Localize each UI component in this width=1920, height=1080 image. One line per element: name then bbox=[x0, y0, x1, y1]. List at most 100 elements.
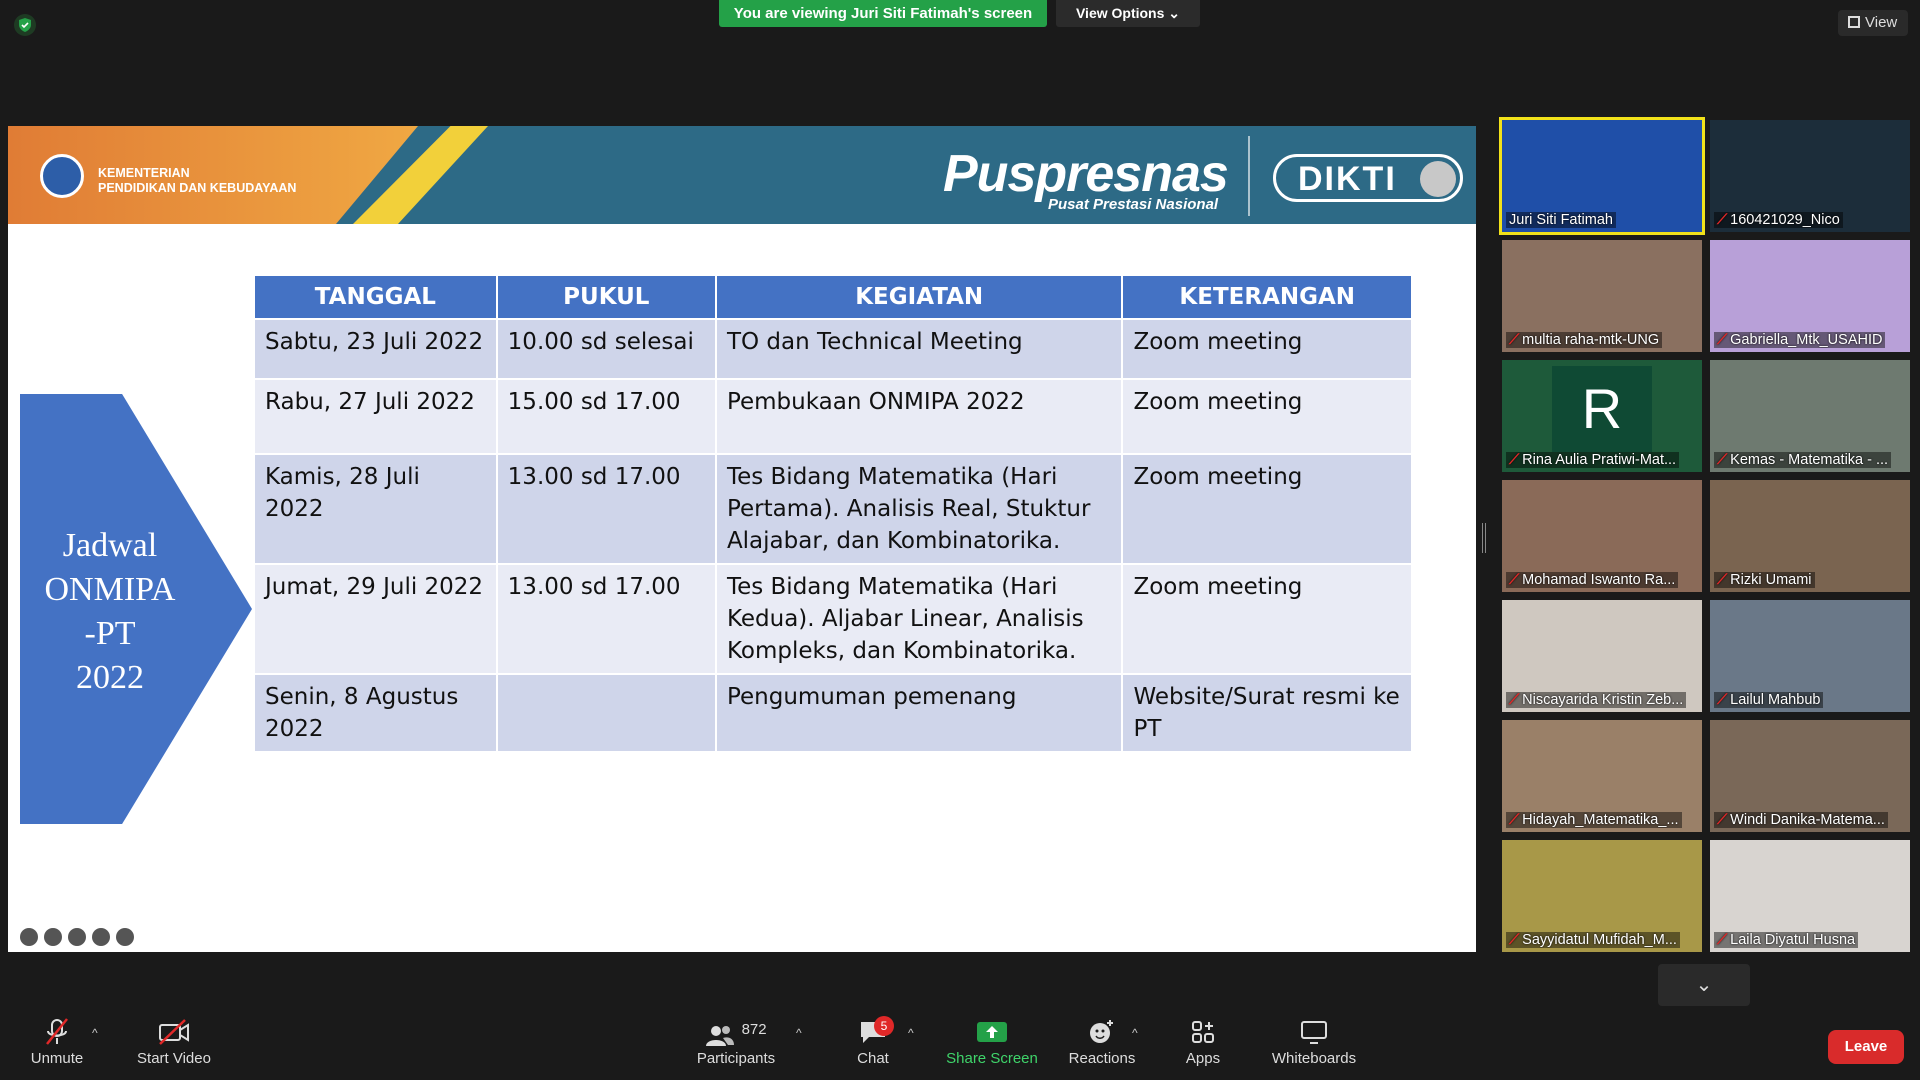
participant-name: ⟋ Mohamad Iswanto Ra... bbox=[1506, 572, 1679, 588]
slide-title-line: 2022 bbox=[76, 659, 144, 696]
shared-screen[interactable]: KEMENTERIAN PENDIDIKAN DAN KEBUDAYAAN Pu… bbox=[8, 126, 1476, 952]
security-shield-icon[interactable] bbox=[14, 14, 36, 36]
participant-name-text: Windi Danika-Matema... bbox=[1730, 812, 1885, 828]
participant-name: ⟋ Rina Aulia Pratiwi-Mat... bbox=[1506, 452, 1680, 468]
table-cell: Zoom meeting bbox=[1121, 378, 1413, 455]
muted-mic-icon: ⟋ bbox=[1717, 692, 1728, 708]
puspresnas-logo: Puspresnas bbox=[943, 145, 1229, 203]
reactions-options-chevron-icon[interactable]: ^ bbox=[1132, 1026, 1138, 1040]
table-cell: Tes Bidang Matematika (Hari Pertama). An… bbox=[714, 453, 1124, 565]
muted-mic-icon: ⟋ bbox=[1717, 452, 1728, 468]
participant-tile[interactable]: ⟋ Hidayah_Matematika_... bbox=[1502, 720, 1702, 832]
slide-title-line: ONMIPA bbox=[44, 571, 176, 608]
gallery-next-page-button[interactable]: ⌄ bbox=[1658, 964, 1750, 1006]
participant-tile[interactable]: ⟋ Sayyidatul Mufidah_M... bbox=[1502, 840, 1702, 952]
chat-options-chevron-icon[interactable]: ^ bbox=[908, 1026, 914, 1040]
participant-name: ⟋ 160421029_Nico bbox=[1714, 212, 1843, 228]
participant-name: ⟋ Lailul Mahbub bbox=[1714, 692, 1824, 708]
slide-title-line: -PT bbox=[84, 615, 136, 652]
participant-name-text: 160421029_Nico bbox=[1730, 212, 1840, 228]
table-row: Kamis, 28 Juli 2022 13.00 sd 17.00 Tes B… bbox=[253, 453, 1413, 565]
share-screen-button[interactable]: Share Screen bbox=[944, 1012, 1040, 1067]
chevron-down-icon: ⌄ bbox=[1168, 5, 1181, 21]
table-cell: Rabu, 27 Juli 2022 bbox=[253, 378, 498, 455]
participant-name-text: Lailul Mahbub bbox=[1730, 692, 1821, 708]
participant-tile[interactable]: ⟋ Niscayarida Kristin Zeb... bbox=[1502, 600, 1702, 712]
leave-button[interactable]: Leave bbox=[1828, 1030, 1904, 1064]
table-cell: Zoom meeting bbox=[1121, 453, 1413, 565]
muted-mic-icon: ⟋ bbox=[1509, 572, 1520, 588]
table-row: Rabu, 27 Juli 2022 15.00 sd 17.00 Pembuk… bbox=[253, 378, 1413, 455]
table-cell: Website/Surat resmi ke PT bbox=[1121, 673, 1413, 753]
slide-tools bbox=[20, 928, 140, 951]
participant-name: ⟋ Windi Danika-Matema... bbox=[1714, 812, 1888, 828]
column-header: PUKUL bbox=[495, 274, 717, 320]
participant-name-text: Niscayarida Kristin Zeb... bbox=[1522, 692, 1684, 708]
smiley-plus-icon bbox=[1064, 1012, 1140, 1048]
participant-tile[interactable]: ⟋ Lailul Mahbub bbox=[1710, 600, 1910, 712]
table-row: Jumat, 29 Juli 2022 13.00 sd 17.00 Tes B… bbox=[253, 563, 1413, 675]
whiteboards-button[interactable]: Whiteboards bbox=[1264, 1012, 1364, 1067]
banner-divider bbox=[1248, 136, 1250, 216]
participant-tile[interactable]: ⟋ Windi Danika-Matema... bbox=[1710, 720, 1910, 832]
table-cell: 15.00 sd 17.00 bbox=[495, 378, 717, 455]
apps-button[interactable]: Apps bbox=[1176, 1012, 1230, 1067]
table-cell: TO dan Technical Meeting bbox=[714, 318, 1124, 380]
view-options-button[interactable]: View Options ⌄ bbox=[1056, 0, 1200, 27]
table-cell: Sabtu, 23 Juli 2022 bbox=[253, 318, 498, 380]
start-video-button[interactable]: Start Video bbox=[130, 1012, 218, 1067]
share-screen-label: Share Screen bbox=[946, 1050, 1038, 1067]
ministry-name: KEMENTERIAN PENDIDIKAN DAN KEBUDAYAAN bbox=[98, 166, 296, 196]
participant-tile[interactable]: Juri Siti Fatimah bbox=[1499, 117, 1705, 235]
table-cell: 10.00 sd selesai bbox=[495, 318, 717, 380]
muted-mic-icon: ⟋ bbox=[1509, 932, 1520, 948]
audio-options-chevron-icon[interactable]: ^ bbox=[92, 1026, 98, 1040]
more-icon[interactable] bbox=[92, 928, 110, 946]
reactions-label: Reactions bbox=[1068, 1050, 1136, 1067]
captions-icon[interactable] bbox=[68, 928, 86, 946]
participant-name-text: Rizki Umami bbox=[1730, 572, 1812, 588]
muted-mic-icon: ⟋ bbox=[1509, 452, 1520, 468]
table-cell: Tes Bidang Matematika (Hari Kedua). Alja… bbox=[714, 563, 1124, 675]
participant-tile[interactable]: ⟋ Kemas - Matematika - ... bbox=[1710, 360, 1910, 472]
video-off-icon bbox=[130, 1012, 218, 1048]
unmute-button[interactable]: Unmute bbox=[24, 1012, 90, 1067]
participant-name-text: Mohamad Iswanto Ra... bbox=[1522, 572, 1676, 588]
participant-name-text: Rina Aulia Pratiwi-Mat... bbox=[1522, 452, 1677, 468]
view-button[interactable]: View bbox=[1838, 10, 1908, 36]
previous-slide-icon[interactable] bbox=[20, 928, 38, 946]
participant-tile[interactable]: R ⟋ Rina Aulia Pratiwi-Mat... bbox=[1502, 360, 1702, 472]
participants-options-chevron-icon[interactable]: ^ bbox=[796, 1026, 802, 1040]
panel-resize-handle[interactable] bbox=[1482, 523, 1486, 553]
table-cell: Pengumuman pemenang bbox=[714, 673, 1124, 753]
participant-tile[interactable]: ⟋ 160421029_Nico bbox=[1710, 120, 1910, 232]
participant-tile[interactable]: ⟋ Mohamad Iswanto Ra... bbox=[1502, 480, 1702, 592]
column-header: KEGIATAN bbox=[714, 274, 1124, 320]
table-cell: Jumat, 29 Juli 2022 bbox=[253, 563, 498, 675]
ministry-line1: KEMENTERIAN bbox=[98, 166, 190, 180]
table-cell: Pembukaan ONMIPA 2022 bbox=[714, 378, 1124, 455]
participant-tile[interactable]: ⟋ Gabriella_Mtk_USAHID bbox=[1710, 240, 1910, 352]
table-cell: 13.00 sd 17.00 bbox=[495, 453, 717, 565]
participant-name: ⟋ Kemas - Matematika - ... bbox=[1714, 452, 1892, 468]
apps-icon bbox=[1176, 1012, 1230, 1048]
slide-banner: KEMENTERIAN PENDIDIKAN DAN KEBUDAYAAN Pu… bbox=[8, 126, 1476, 224]
view-label: View bbox=[1865, 14, 1898, 31]
chat-label: Chat bbox=[857, 1050, 889, 1067]
participant-tile[interactable]: ⟋ Laila Diyatul Husna bbox=[1710, 840, 1910, 952]
participant-tile[interactable]: ⟋ Rizki Umami bbox=[1710, 480, 1910, 592]
column-header: KETERANGAN bbox=[1121, 274, 1413, 320]
participant-tile[interactable]: ⟋ multia raha-mtk-UNG bbox=[1502, 240, 1702, 352]
grid-icon bbox=[1848, 16, 1860, 28]
ministry-line2: PENDIDIKAN DAN KEBUDAYAAN bbox=[98, 181, 297, 195]
table-header-row: TANGGAL PUKUL KEGIATAN KETERANGAN bbox=[253, 274, 1413, 320]
table-cell bbox=[495, 673, 717, 753]
next-slide-icon[interactable] bbox=[116, 928, 134, 946]
participant-name-text: Sayyidatul Mufidah_M... bbox=[1522, 932, 1677, 948]
pen-icon[interactable] bbox=[44, 928, 62, 946]
slide-title: Jadwal ONMIPA -PT 2022 bbox=[20, 524, 200, 700]
reactions-button[interactable]: Reactions bbox=[1064, 1012, 1140, 1067]
participants-button[interactable]: 872 Participants bbox=[694, 1012, 778, 1067]
participant-name: ⟋ Niscayarida Kristin Zeb... bbox=[1506, 692, 1687, 708]
table-row: Sabtu, 23 Juli 2022 10.00 sd selesai TO … bbox=[253, 318, 1413, 380]
